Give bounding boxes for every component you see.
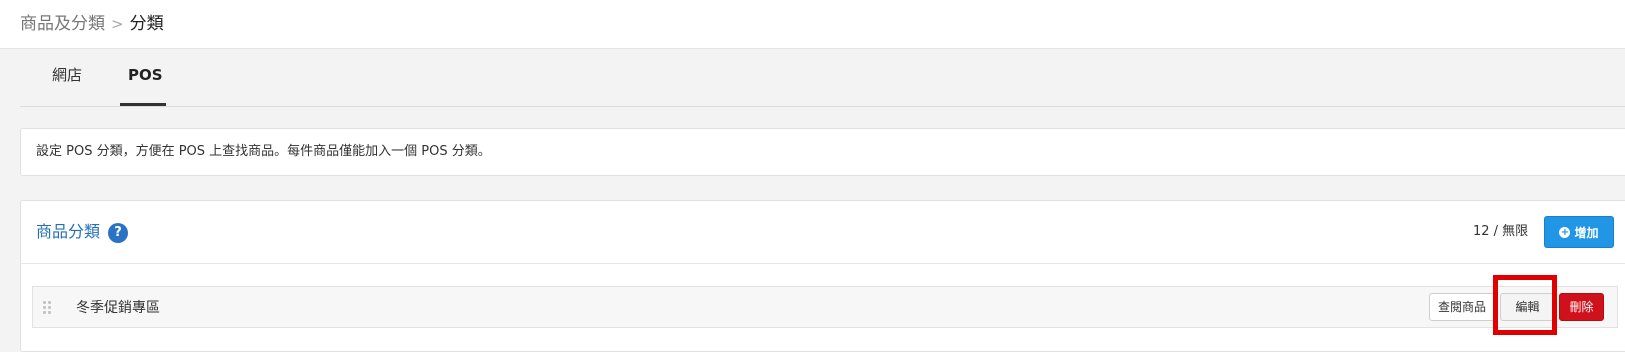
question-circle-icon[interactable]: ? xyxy=(108,223,128,243)
active-tab-indicator xyxy=(120,103,166,106)
breadcrumb-current: 分類 xyxy=(129,14,164,34)
edit-button[interactable]: 編輯 xyxy=(1500,293,1555,321)
category-panel: 商品分類 ? 12 / 無限 + 增加 冬季促銷專區 查閱商品 編輯 刪除 xyxy=(20,200,1625,352)
tab-pos[interactable]: POS xyxy=(128,65,163,85)
category-row: 冬季促銷專區 查閱商品 編輯 刪除 xyxy=(32,286,1618,328)
view-products-button[interactable]: 查閱商品 xyxy=(1429,293,1495,321)
delete-button[interactable]: 刪除 xyxy=(1559,293,1604,321)
tab-online-store[interactable]: 網店 xyxy=(52,65,82,85)
drag-handle-icon[interactable] xyxy=(43,301,51,314)
breadcrumb-parent-link[interactable]: 商品及分類 xyxy=(20,14,105,34)
panel-header: 商品分類 ? 12 / 無限 + 增加 xyxy=(21,201,1625,264)
add-category-button[interactable]: + 增加 xyxy=(1544,216,1614,248)
add-button-label: 增加 xyxy=(1574,225,1599,240)
tab-bar: 網店 POS xyxy=(20,49,1625,107)
breadcrumb: 商品及分類 > 分類 xyxy=(20,13,164,35)
category-name: 冬季促銷專區 xyxy=(76,300,160,316)
info-card: 設定 POS 分類，方便在 POS 上查找商品。每件商品僅能加入一個 POS 分… xyxy=(20,128,1625,176)
category-quota: 12 / 無限 xyxy=(1473,224,1529,239)
breadcrumb-separator: > xyxy=(111,15,124,33)
breadcrumb-bar: 商品及分類 > 分類 xyxy=(0,0,1625,49)
panel-title: 商品分類 xyxy=(36,222,101,241)
info-text: 設定 POS 分類，方便在 POS 上查找商品。每件商品僅能加入一個 POS 分… xyxy=(36,144,491,159)
plus-circle-icon: + xyxy=(1559,226,1571,238)
